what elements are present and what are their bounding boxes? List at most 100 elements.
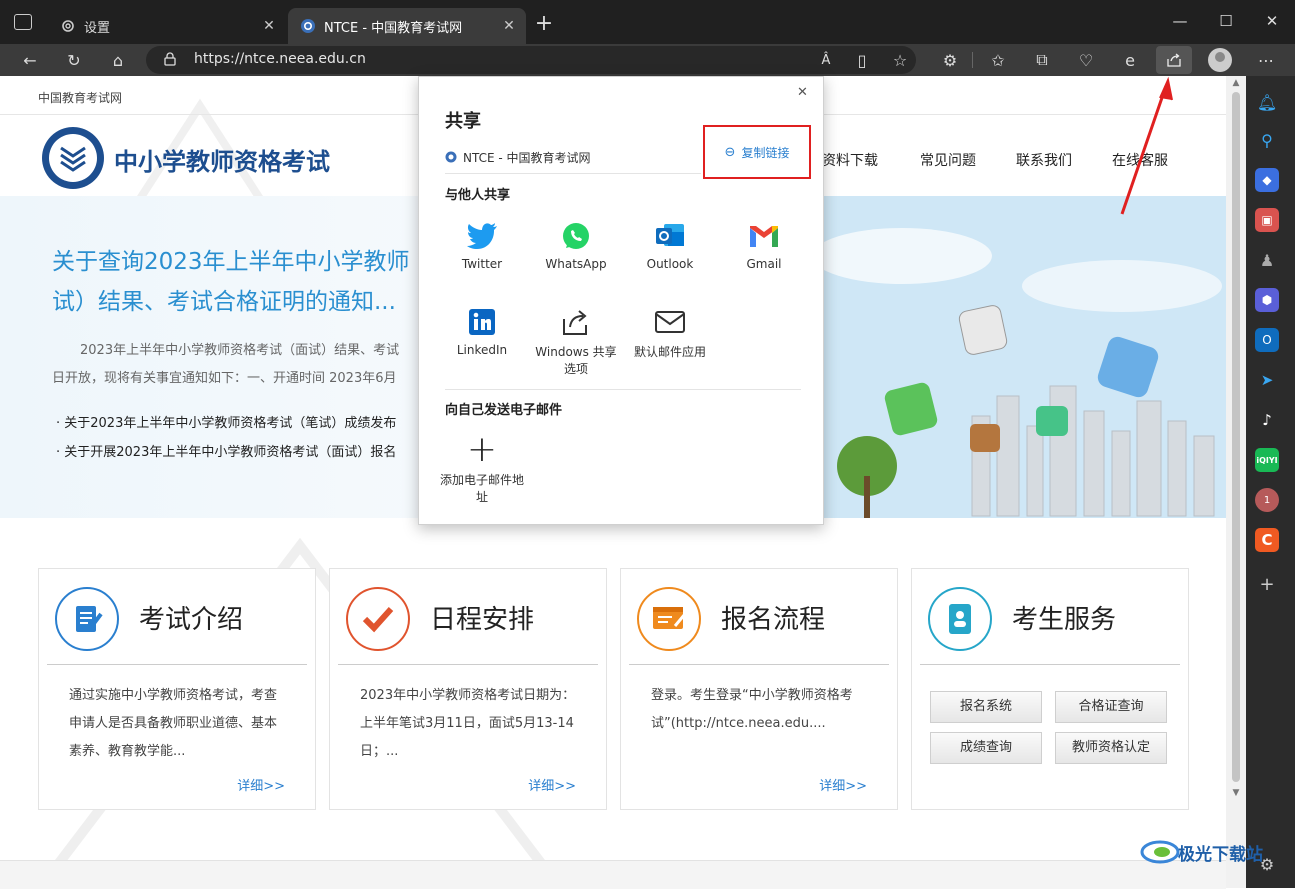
toolbox-icon[interactable]: ▣ — [1255, 208, 1279, 232]
scrollbar-thumb[interactable] — [1232, 92, 1240, 782]
share-whatsapp[interactable]: WhatsApp — [531, 219, 621, 271]
card-exam-intro: 考试介绍 通过实施中小学教师资格考试，考查申请人是否具备教师职业道德、基本素养、… — [38, 568, 316, 810]
tag-icon[interactable]: ◆ — [1255, 168, 1279, 192]
collections-icon[interactable]: ⧉ — [1028, 48, 1056, 72]
banner-headline-line1[interactable]: 关于查询2023年上半年中小学教师 — [52, 242, 410, 276]
close-icon[interactable]: ✕ — [500, 17, 518, 35]
share-windows-options[interactable]: Windows 共享选项 — [531, 305, 621, 377]
maximize-button[interactable]: ☐ — [1204, 6, 1248, 36]
service-button-qualification[interactable]: 教师资格认定 — [1055, 732, 1167, 764]
banner-bullet-text[interactable]: 关于2023年上半年中小学教师资格考试（笔试）成绩发布 — [64, 416, 396, 431]
notification-bell-icon[interactable]: 🔔︎ — [1255, 90, 1279, 114]
tab-settings[interactable]: 设置 ✕ — [48, 8, 286, 44]
share-twitter[interactable]: Twitter — [437, 219, 527, 271]
share-default-mail[interactable]: 默认邮件应用 — [625, 305, 715, 360]
close-icon[interactable]: ✕ — [260, 17, 278, 35]
site-logo-text[interactable]: 中小学教师资格考试 — [114, 142, 330, 177]
shared-page-title: NTCE - 中国教育考试网 — [463, 151, 591, 165]
app-c-icon[interactable]: C — [1255, 528, 1279, 552]
card-title[interactable]: 日程安排 — [430, 599, 534, 636]
tab-label: NTCE - 中国教育考试网 — [324, 20, 463, 36]
read-aloud-icon[interactable]: Â — [812, 48, 840, 72]
card-title[interactable]: 报名流程 — [721, 599, 825, 636]
copy-link-button[interactable]: ⊖ 复制链接 — [703, 125, 811, 179]
tiktok-icon[interactable]: ♪ — [1255, 408, 1279, 432]
popup-divider — [445, 173, 701, 174]
top-link[interactable]: 中国教育考试网 — [38, 89, 122, 106]
card-divider — [47, 664, 307, 665]
banner-bullet-text[interactable]: 关于开展2023年上半年中小学教师资格考试（面试）报名 — [64, 445, 396, 460]
scrollbar-down-arrow[interactable]: ▼ — [1226, 788, 1246, 798]
home-button[interactable]: ⌂ — [104, 48, 132, 72]
performance-icon[interactable]: ♡ — [1072, 48, 1100, 72]
copilot-icon[interactable]: ⬢ — [1255, 288, 1279, 312]
extensions-icon[interactable]: ⚙ — [936, 48, 964, 72]
chess-icon[interactable]: ♟ — [1255, 248, 1279, 272]
candidate-service-icon — [928, 587, 992, 651]
browser-essentials-icon[interactable]: e — [1116, 48, 1144, 72]
page-favicon — [445, 151, 457, 167]
banner-summary-line2: 日开放，现将有关事宜通知如下：一、开通时间 2023年6月 — [52, 371, 397, 386]
card-title[interactable]: 考生服务 — [1012, 599, 1116, 636]
url-text[interactable]: https://ntce.neea.edu.cn — [194, 51, 366, 67]
search-icon[interactable]: ⚲ — [1255, 128, 1279, 152]
card-more-link[interactable]: 详细>> — [237, 775, 285, 794]
card-title[interactable]: 考试介绍 — [139, 599, 243, 636]
add-email-button[interactable]: + 添加电子邮件地址 — [437, 432, 527, 505]
send-icon[interactable]: ➤ — [1255, 368, 1279, 392]
close-icon[interactable]: ✕ — [797, 85, 808, 100]
new-tab-button[interactable]: + — [532, 12, 556, 36]
share-linkedin[interactable]: LinkedIn — [437, 305, 527, 357]
favorite-add-icon[interactable]: ☆ — [886, 48, 914, 72]
exam-intro-icon — [55, 587, 119, 651]
share-button[interactable] — [1156, 46, 1192, 74]
close-window-button[interactable]: ✕ — [1250, 6, 1294, 36]
minimize-button[interactable]: — — [1158, 6, 1202, 36]
card-schedule: 日程安排 2023年中小学教师资格考试日期为：上半年笔试3月11日，面试5月13… — [329, 568, 607, 810]
badge-icon[interactable]: 1 — [1255, 488, 1279, 512]
send-to-self-heading: 向自己发送电子邮件 — [445, 403, 563, 418]
checkmark-icon — [346, 587, 410, 651]
service-button-score[interactable]: 成绩查询 — [930, 732, 1042, 764]
nav-downloads[interactable]: 资料下载 — [822, 150, 878, 170]
nav-contact[interactable]: 联系我们 — [1016, 150, 1072, 170]
ntce-favicon — [300, 18, 316, 34]
add-sidebar-icon[interactable]: + — [1255, 572, 1279, 596]
share-gmail[interactable]: Gmail — [719, 219, 809, 271]
banner-bullet[interactable]: · 关于2023年上半年中小学教师资格考试（笔试）成绩发布 — [56, 412, 418, 431]
add-email-label: 添加电子邮件地址 — [439, 473, 524, 504]
watermark-logo — [1140, 838, 1180, 866]
tab-ntce[interactable]: NTCE - 中国教育考试网 ✕ — [288, 8, 526, 44]
more-menu-icon[interactable]: ⋯ — [1252, 48, 1280, 72]
reader-view-icon[interactable]: ▯ — [848, 48, 876, 72]
profile-avatar[interactable] — [1208, 48, 1232, 72]
registration-icon — [637, 587, 701, 651]
refresh-button[interactable]: ↻ — [60, 48, 88, 72]
gmail-icon — [747, 219, 781, 253]
card-more-link[interactable]: 详细>> — [819, 775, 867, 794]
tab-actions-icon[interactable] — [14, 14, 32, 30]
service-button-certificate[interactable]: 合格证查询 — [1055, 691, 1167, 723]
share-title: 共享 — [445, 111, 481, 132]
share-outlook[interactable]: Outlook — [625, 219, 715, 271]
lock-icon[interactable] — [164, 52, 176, 66]
linkedin-icon — [465, 305, 499, 339]
card-description: 2023年中小学教师资格考试日期为：上半年笔试3月11日，面试5月13-14日；… — [360, 688, 576, 759]
banner-bullet[interactable]: · 关于开展2023年上半年中小学教师资格考试（面试）报名 — [56, 441, 418, 460]
iqiyi-icon[interactable]: iQIYI — [1255, 448, 1279, 472]
card-description: 通过实施中小学教师资格考试，考查申请人是否具备教师职业道德、基本素养、教育教学能… — [69, 688, 278, 759]
share-app-label: 默认邮件应用 — [633, 345, 706, 359]
nav-faq[interactable]: 常见问题 — [920, 150, 976, 170]
outlook-sidebar-icon[interactable]: O — [1255, 328, 1279, 352]
back-button[interactable]: ← — [16, 48, 44, 72]
service-button-registration[interactable]: 报名系统 — [930, 691, 1042, 723]
scrollbar[interactable]: ▲ ▼ — [1226, 76, 1246, 888]
page-bottom-band — [0, 860, 1226, 889]
card-description: 登录。考生登录“中小学教师资格考试”(http://ntce.neea.edu.… — [651, 688, 853, 731]
scrollbar-up-arrow[interactable]: ▲ — [1226, 78, 1246, 88]
banner-headline-line2[interactable]: 试）结果、考试合格证明的通知... — [52, 282, 396, 316]
card-more-link[interactable]: 详细>> — [528, 775, 576, 794]
card-candidate-service: 考生服务 报名系统 合格证查询 成绩查询 教师资格认定 — [911, 568, 1189, 810]
site-logo-emblem[interactable] — [42, 127, 104, 189]
favorites-icon[interactable]: ✩ — [984, 48, 1012, 72]
